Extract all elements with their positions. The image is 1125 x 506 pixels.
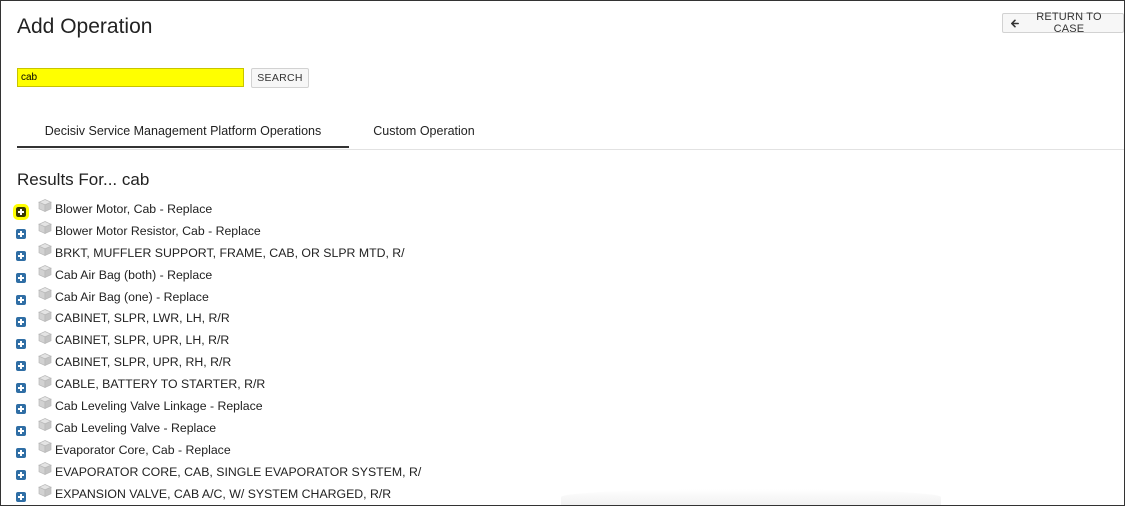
expand-plus-icon[interactable] xyxy=(16,404,26,415)
result-row: CABINET, SLPR, UPR, RH, R/R xyxy=(14,351,421,373)
tab-custom-operation[interactable]: Custom Operation xyxy=(349,113,499,148)
result-row: CABINET, SLPR, UPR, LH, R/R xyxy=(14,329,421,351)
expand-plus-icon[interactable] xyxy=(16,273,26,284)
result-row: Blower Motor Resistor, Cab - Replace xyxy=(14,220,421,242)
cube-icon xyxy=(38,462,52,476)
results-heading: Results For... cab xyxy=(17,170,150,189)
result-row: Cab Leveling Valve Linkage - Replace xyxy=(14,395,421,417)
cube-icon xyxy=(38,352,52,366)
result-label[interactable]: CABINET, SLPR, UPR, RH, R/R xyxy=(55,355,231,369)
cube-icon xyxy=(38,287,52,300)
result-label[interactable]: Cab Air Bag (both) - Replace xyxy=(55,268,212,282)
result-label[interactable]: Evaporator Core, Cab - Replace xyxy=(55,443,231,457)
expand-plus-icon[interactable] xyxy=(16,295,26,305)
result-label[interactable]: CABINET, SLPR, LWR, LH, R/R xyxy=(55,311,230,325)
result-row: CABLE, BATTERY TO STARTER, R/R xyxy=(14,373,421,395)
cube-icon xyxy=(38,374,52,388)
cube-icon xyxy=(38,418,52,432)
search-button[interactable]: SEARCH xyxy=(251,68,309,88)
result-label[interactable]: CABLE, BATTERY TO STARTER, R/R xyxy=(55,377,265,391)
result-row: EXPANSION VALVE, CAB A/C, W/ SYSTEM CHAR… xyxy=(14,483,421,505)
cube-icon xyxy=(38,484,52,498)
expand-plus-icon[interactable] xyxy=(16,229,26,240)
result-row: Blower Motor, Cab - Replace xyxy=(13,198,421,221)
result-label[interactable]: Blower Motor Resistor, Cab - Replace xyxy=(55,224,261,238)
result-row: CABINET, SLPR, LWR, LH, R/R xyxy=(14,307,421,329)
results-list: Blower Motor, Cab - Replace Blower Motor … xyxy=(13,198,421,505)
cube-icon xyxy=(38,440,52,454)
cube-icon xyxy=(38,199,52,213)
result-label[interactable]: Blower Motor, Cab - Replace xyxy=(55,202,212,216)
cube-icon xyxy=(38,221,52,235)
expand-plus-icon[interactable] xyxy=(16,360,26,371)
result-label[interactable]: Cab Leveling Valve Linkage - Replace xyxy=(55,399,263,413)
result-row: EVAPORATOR CORE, CAB, SINGLE EVAPORATOR … xyxy=(14,461,421,483)
result-label[interactable]: EVAPORATOR CORE, CAB, SINGLE EVAPORATOR … xyxy=(55,465,421,479)
result-row: BRKT, MUFFLER SUPPORT, FRAME, CAB, OR SL… xyxy=(14,242,421,264)
expand-plus-icon[interactable] xyxy=(16,316,26,327)
expand-plus-icon[interactable] xyxy=(16,470,26,481)
cube-icon xyxy=(38,243,52,257)
page-title: Add Operation xyxy=(17,15,153,38)
result-row: Cab Air Bag (both) - Replace xyxy=(14,264,421,286)
return-to-case-label: RETURN TO CASE xyxy=(1036,11,1102,35)
expand-plus-icon[interactable] xyxy=(16,251,26,262)
arrow-left-icon xyxy=(1011,19,1019,27)
search-input[interactable] xyxy=(17,68,244,87)
app-window: Add Operation RETURN TO CASE SEARCH Deci… xyxy=(0,0,1125,506)
result-row: Cab Air Bag (one) - Replace xyxy=(14,286,421,308)
tab-decisiv-operations[interactable]: Decisiv Service Management Platform Oper… xyxy=(17,113,349,148)
cube-icon xyxy=(38,330,52,344)
result-label[interactable]: EXPANSION VALVE, CAB A/C, W/ SYSTEM CHAR… xyxy=(55,487,391,501)
result-label[interactable]: Cab Air Bag (one) - Replace xyxy=(55,290,209,304)
expand-plus-icon[interactable] xyxy=(16,338,26,349)
result-label[interactable]: CABINET, SLPR, UPR, LH, R/R xyxy=(55,333,229,347)
result-label[interactable]: Cab Leveling Valve - Replace xyxy=(55,421,216,435)
result-label[interactable]: BRKT, MUFFLER SUPPORT, FRAME, CAB, OR SL… xyxy=(55,246,405,260)
expand-plus-icon[interactable] xyxy=(16,382,26,393)
cube-icon xyxy=(38,265,52,279)
cube-icon xyxy=(38,309,52,322)
expand-plus-icon[interactable] xyxy=(13,204,29,221)
return-to-case-button[interactable]: RETURN TO CASE xyxy=(1002,11,1124,35)
cube-icon xyxy=(38,396,52,410)
expand-plus-icon[interactable] xyxy=(16,492,26,503)
result-row: Evaporator Core, Cab - Replace xyxy=(14,439,421,461)
expand-plus-icon[interactable] xyxy=(16,448,26,459)
result-row: Cab Leveling Valve - Replace xyxy=(14,417,421,439)
expand-plus-icon[interactable] xyxy=(16,426,26,437)
operation-source-tabs: Decisiv Service Management Platform Oper… xyxy=(17,113,1124,150)
scroll-shadow xyxy=(561,489,941,505)
